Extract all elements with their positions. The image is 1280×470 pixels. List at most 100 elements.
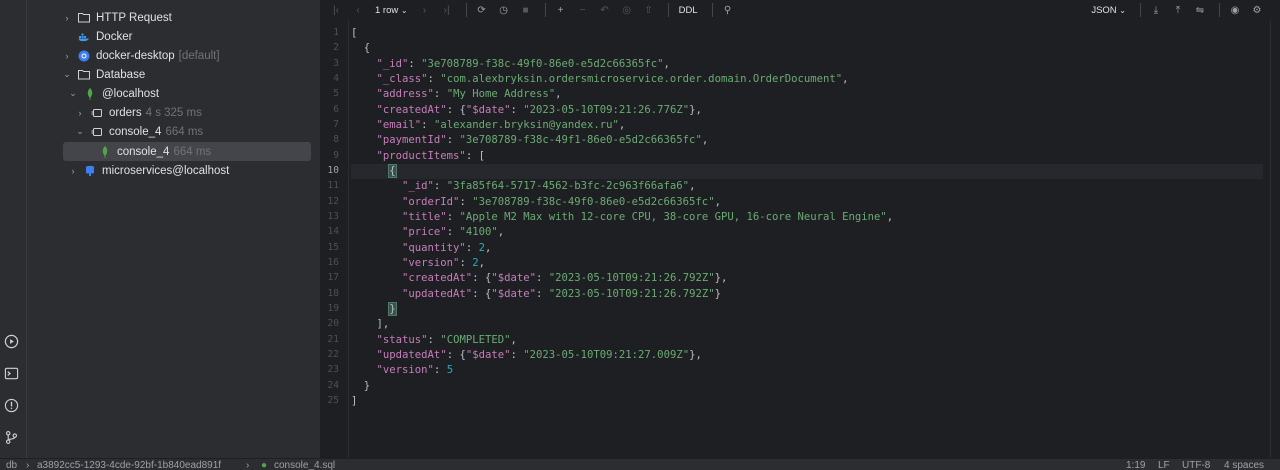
- code-line[interactable]: "price": "4100",: [351, 225, 504, 240]
- chevron-right-icon[interactable]: ›: [62, 13, 72, 23]
- status-bar: db › a3892cc5-1293-4cde-92bf-1b840ead891…: [0, 458, 1280, 470]
- next-page-icon[interactable]: ›: [416, 1, 434, 19]
- tree-item-meta: [default]: [178, 49, 220, 62]
- json-document[interactable]: [ { "_id": "3e708789-f38c-49f0-86e0-e5d2…: [351, 20, 1263, 458]
- submit-icon[interactable]: ⇧: [640, 1, 658, 19]
- code-line[interactable]: ]: [351, 394, 357, 409]
- tree-item-localhost[interactable]: ⌄ @localhost: [68, 84, 159, 103]
- code-line[interactable]: "productItems": [: [351, 149, 485, 164]
- terminal-icon[interactable]: [2, 364, 20, 382]
- chevron-down-icon[interactable]: ⌄: [75, 126, 85, 137]
- tree-item-label: Docker: [96, 30, 133, 43]
- upload-icon[interactable]: ⤒: [1169, 1, 1187, 19]
- row-count-dropdown[interactable]: 1 row ⌄: [371, 1, 412, 19]
- line-number: 6: [333, 103, 339, 115]
- tree-item-http-request[interactable]: › HTTP Request: [62, 8, 172, 27]
- format-dropdown[interactable]: JSON ⌄: [1087, 1, 1130, 19]
- line-number: 21: [327, 333, 339, 345]
- tree-item-database[interactable]: ⌄ Database: [62, 65, 145, 84]
- line-number: 15: [327, 241, 339, 253]
- code-line[interactable]: "address": "My Home Address",: [351, 87, 562, 102]
- tree-item-docker[interactable]: Docker: [78, 27, 132, 46]
- chevron-right-icon[interactable]: ›: [68, 166, 78, 176]
- history-icon[interactable]: ◷: [495, 1, 513, 19]
- chevron-right-icon[interactable]: ›: [62, 51, 72, 61]
- code-line[interactable]: }: [351, 379, 370, 394]
- download-icon[interactable]: ⤓: [1147, 1, 1165, 19]
- chevron-down-icon: ⌄: [400, 5, 408, 15]
- tree-item-label: @localhost: [102, 87, 160, 100]
- code-line[interactable]: "paymentId": "3e708789-f38c-49f1-86e0-e5…: [351, 133, 709, 148]
- remove-row-icon[interactable]: −: [574, 1, 592, 19]
- code-line[interactable]: "updatedAt": {"$date": "2023-05-10T09:21…: [351, 287, 721, 302]
- chevron-right-icon: ›: [26, 460, 30, 470]
- line-separator[interactable]: LF: [1158, 459, 1170, 470]
- tree-item-console-4-file[interactable]: console_4 664 ms: [63, 142, 311, 161]
- code-line[interactable]: "title": "Apple M2 Max with 12-core CPU,…: [351, 210, 893, 225]
- caret-position[interactable]: 1:19: [1126, 459, 1145, 470]
- tree-item-meta: 664 ms: [165, 125, 204, 138]
- line-number: 8: [333, 134, 339, 146]
- tree-item-microservices[interactable]: › microservices@localhost: [68, 161, 230, 180]
- breadcrumb-root[interactable]: db: [6, 459, 17, 470]
- settings-icon[interactable]: ⚙: [1248, 1, 1266, 19]
- mongodb-leaf-icon: [99, 145, 111, 158]
- tree-item-label: microservices@localhost: [102, 164, 230, 177]
- console-icon: [91, 107, 103, 119]
- code-line[interactable]: "quantity": 2,: [351, 241, 491, 256]
- tree-item-docker-desktop[interactable]: › docker-desktop [default]: [62, 46, 220, 65]
- mongodb-leaf-icon: [84, 87, 96, 100]
- folder-icon: [78, 12, 90, 24]
- reload-icon[interactable]: ⟳: [473, 1, 491, 19]
- code-line[interactable]: "_class": "com.alexbryksin.ordersmicrose…: [351, 72, 849, 87]
- code-line[interactable]: "updatedAt": {"$date": "2023-05-10T09:21…: [351, 348, 702, 363]
- code-line[interactable]: ],: [351, 317, 390, 332]
- compare-icon[interactable]: ⇋: [1191, 1, 1209, 19]
- last-page-icon[interactable]: ›|: [438, 1, 456, 19]
- line-number: 5: [333, 88, 339, 100]
- indent-setting[interactable]: 4 spaces: [1224, 459, 1264, 470]
- code-line[interactable]: "orderId": "3e708789-f38c-49f0-86e0-e5d2…: [351, 195, 721, 210]
- pin-icon[interactable]: ⚲: [719, 1, 737, 19]
- database-explorer: › HTTP Request Docker › docker-desktop […: [54, 0, 321, 458]
- code-line[interactable]: {: [351, 41, 370, 56]
- code-line[interactable]: "email": "alexander.bryksin@yandex.ru",: [351, 118, 626, 133]
- preview-icon[interactable]: ◎: [618, 1, 636, 19]
- code-line[interactable]: "status": "COMPLETED",: [351, 333, 517, 348]
- vertical-scrollbar[interactable]: [1270, 20, 1280, 458]
- tree-item-label: Database: [96, 68, 146, 81]
- code-line[interactable]: "createdAt": {"$date": "2023-05-10T09:21…: [351, 271, 727, 286]
- file-encoding[interactable]: UTF-8: [1182, 459, 1210, 470]
- chevron-down-icon[interactable]: ⌄: [62, 69, 72, 80]
- tree-item-meta: 664 ms: [173, 145, 212, 158]
- view-icon[interactable]: ◉: [1226, 1, 1244, 19]
- tree-item-orders[interactable]: › orders 4 s 325 ms: [75, 103, 202, 122]
- mongodb-leaf-icon: ●: [261, 460, 268, 470]
- breadcrumb-file[interactable]: console_4.sql: [274, 459, 335, 470]
- line-number: 19: [327, 302, 339, 314]
- chevron-right-icon[interactable]: ›: [75, 108, 85, 118]
- chevron-down-icon[interactable]: ⌄: [68, 88, 78, 99]
- git-icon[interactable]: [2, 428, 20, 446]
- code-line[interactable]: [: [351, 26, 357, 41]
- add-row-icon[interactable]: +: [552, 1, 570, 19]
- kubernetes-icon: [78, 50, 90, 62]
- tree-item-console-4[interactable]: ⌄ console_4 664 ms: [75, 122, 203, 141]
- line-number: 9: [333, 149, 339, 161]
- services-icon[interactable]: [2, 332, 20, 350]
- code-line[interactable]: }: [351, 301, 397, 317]
- tree-item-label: orders: [109, 106, 142, 119]
- prev-page-icon[interactable]: ‹: [349, 1, 367, 19]
- revert-icon[interactable]: ↶: [596, 1, 614, 19]
- first-page-icon[interactable]: |‹: [327, 1, 345, 19]
- code-line[interactable]: "version": 2,: [351, 256, 485, 271]
- code-line[interactable]: "_id": "3fa85f64-5717-4562-b3fc-2c963f66…: [351, 179, 695, 194]
- problems-icon[interactable]: [2, 396, 20, 414]
- ddl-button[interactable]: DDL: [675, 1, 702, 19]
- breadcrumb-id[interactable]: a3892cc5-1293-4cde-92bf-1b840ead891f: [37, 459, 221, 470]
- code-line[interactable]: {: [351, 163, 1263, 179]
- code-line[interactable]: "createdAt": {"$date": "2023-05-10T09:21…: [351, 103, 702, 118]
- code-line[interactable]: "version": 5: [351, 363, 454, 378]
- stop-icon[interactable]: ■: [517, 1, 535, 19]
- code-line[interactable]: "_id": "3e708789-f38c-49f0-86e0-e5d2c663…: [351, 57, 670, 72]
